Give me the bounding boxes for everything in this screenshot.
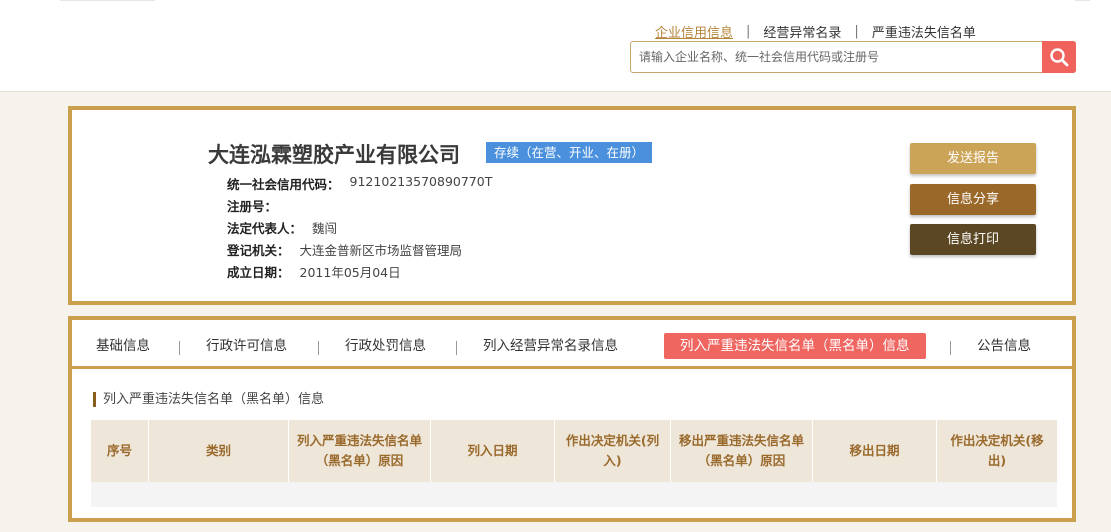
tab-separator xyxy=(179,341,180,355)
column-header: 序号 xyxy=(91,420,149,482)
column-header: 列入严重违法失信名单（黑名单）原因 xyxy=(289,420,431,482)
column-header: 作出决定机关(移出) xyxy=(950,433,1044,468)
send-report-button[interactable]: 发送报告 xyxy=(910,143,1036,174)
tab-abnormal-list[interactable]: 列入经营异常名录信息 xyxy=(483,333,618,359)
column-header: 移出日期 xyxy=(813,420,937,482)
info-row-registry: 登记机关： 大连金普新区市场监督管理局 xyxy=(227,240,462,259)
share-info-button[interactable]: 信息分享 xyxy=(910,184,1036,215)
tab-bar: 基础信息 行政许可信息 行政处罚信息 列入经营异常名录信息 列入严重违法失信名单… xyxy=(72,320,1072,369)
nav-separator: | xyxy=(746,23,751,39)
tab-announcements[interactable]: 公告信息 xyxy=(977,333,1031,359)
status-badge: 存续（在营、开业、在册） xyxy=(486,142,653,163)
tab-admin-license[interactable]: 行政许可信息 xyxy=(206,333,287,359)
tab-admin-penalty[interactable]: 行政处罚信息 xyxy=(345,333,426,359)
info-value: 魏闯 xyxy=(312,221,338,236)
info-value: 91210213570890770T xyxy=(349,174,493,189)
info-label: 统一社会信用代码： xyxy=(227,177,340,192)
info-label: 登记机关： xyxy=(227,243,290,258)
tab-separator xyxy=(950,341,951,355)
column-header: 作出决定机关(列入) xyxy=(555,420,671,482)
column-header: 类别 xyxy=(149,420,289,482)
tab-separator xyxy=(318,341,319,355)
tab-basic-info[interactable]: 基础信息 xyxy=(96,333,150,359)
search-icon xyxy=(1050,48,1069,67)
section-title: 列入严重违法失信名单（黑名单）信息 xyxy=(93,392,324,407)
blacklist-table-header: 序号 类别 列入严重违法失信名单（黑名单）原因 列入日期 作出决定机关(列入) … xyxy=(91,420,1057,482)
detail-panel: 基础信息 行政许可信息 行政处罚信息 列入经营异常名录信息 列入严重违法失信名单… xyxy=(68,316,1076,522)
header-top-rule xyxy=(60,0,155,1)
search-input[interactable] xyxy=(631,42,1041,72)
company-name: 大连泓霖塑胶产业有限公司 xyxy=(208,143,460,167)
info-label: 成立日期： xyxy=(227,265,290,280)
nav-separator: | xyxy=(854,23,859,39)
nav-link-blacklist[interactable]: 严重违法失信名单 xyxy=(872,22,976,41)
header-top-rule xyxy=(1075,0,1090,1)
tab-separator xyxy=(456,341,457,355)
info-value: 大连金普新区市场监督管理局 xyxy=(299,243,463,258)
info-row-founded: 成立日期： 2011年05月04日 xyxy=(227,262,401,281)
column-header: 移出严重违法失信名单（黑名单）原因 xyxy=(671,420,813,482)
tab-blacklist[interactable]: 列入严重违法失信名单（黑名单）信息 xyxy=(664,333,926,359)
top-nav: 企业信用信息 | 经营异常名录 | 严重违法失信名单 xyxy=(655,22,976,41)
nav-link-abnormal-list[interactable]: 经营异常名录 xyxy=(763,22,841,41)
info-label: 法定代表人： xyxy=(227,221,303,236)
company-info-panel: 大连泓霖塑胶产业有限公司 存续（在营、开业、在册） 统一社会信用代码： 9121… xyxy=(68,106,1076,305)
site-header: 企业信用信息 | 经营异常名录 | 严重违法失信名单 xyxy=(0,0,1111,92)
info-row-reg-number: 注册号： xyxy=(227,196,287,215)
print-info-button[interactable]: 信息打印 xyxy=(910,224,1036,255)
column-header: 列入日期 xyxy=(431,420,555,482)
search-box xyxy=(630,41,1076,73)
search-button[interactable] xyxy=(1042,41,1076,73)
nav-link-credit-info[interactable]: 企业信用信息 xyxy=(655,22,733,41)
info-value: 2011年05月04日 xyxy=(299,265,401,280)
info-row-credit-code: 统一社会信用代码： 91210213570890770T xyxy=(227,174,492,193)
info-row-legal-rep: 法定代表人： 魏闯 xyxy=(227,218,337,237)
blacklist-table-body xyxy=(91,482,1057,507)
info-label: 注册号： xyxy=(227,199,278,214)
